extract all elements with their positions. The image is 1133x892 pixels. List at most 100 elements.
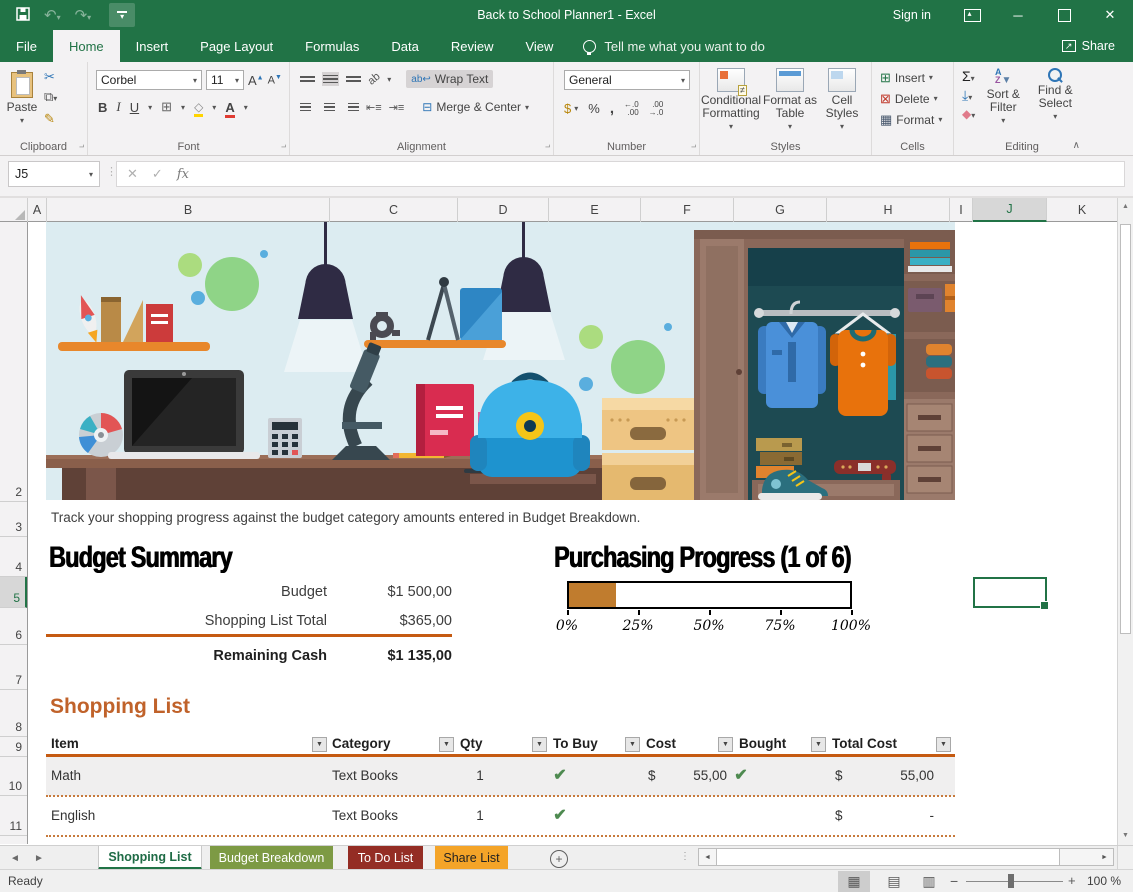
zoom-out-icon[interactable]: − bbox=[950, 873, 958, 889]
cell-qty-1[interactable]: 1 bbox=[460, 768, 500, 783]
insert-function-icon[interactable]: fx bbox=[177, 167, 189, 182]
cell-cost-1[interactable]: 55,00 bbox=[655, 768, 727, 783]
cell-total-currency-1[interactable]: $ bbox=[835, 768, 843, 783]
comma-style-icon[interactable]: , bbox=[610, 100, 614, 117]
sheet-tab-budget-breakdown[interactable]: Budget Breakdown bbox=[210, 846, 333, 870]
align-bottom-icon[interactable] bbox=[346, 74, 361, 83]
alignment-dialog-launcher-icon[interactable]: ⌐ bbox=[545, 142, 550, 152]
row-header-11[interactable]: 11 bbox=[0, 796, 27, 836]
sheet-nav-right-icon[interactable]: ► bbox=[34, 846, 44, 870]
tab-page-layout[interactable]: Page Layout bbox=[184, 30, 289, 62]
filter-dropdown-icon-item[interactable]: ▼ bbox=[312, 737, 327, 752]
font-size-combobox[interactable]: 11▾ bbox=[206, 70, 244, 90]
maximize-icon[interactable] bbox=[1041, 0, 1087, 30]
minimize-icon[interactable]: ─ bbox=[995, 0, 1041, 30]
scroll-up-icon[interactable]: ▲ bbox=[1118, 198, 1133, 214]
cell-category-2[interactable]: Text Books bbox=[332, 808, 398, 823]
sign-in-button[interactable]: Sign in bbox=[875, 8, 949, 22]
zoom-slider-thumb[interactable] bbox=[1008, 874, 1014, 888]
filter-dropdown-icon-to-buy[interactable]: ▼ bbox=[625, 737, 640, 752]
number-format-combobox[interactable]: General▾ bbox=[564, 70, 690, 90]
autosum-icon[interactable]: Σ▾ bbox=[962, 68, 975, 84]
align-right-icon[interactable] bbox=[344, 101, 359, 114]
shrink-font-icon[interactable]: A▼ bbox=[268, 74, 282, 87]
fill-color-icon[interactable]: ◇ bbox=[194, 100, 203, 114]
tab-insert[interactable]: Insert bbox=[120, 30, 185, 62]
paste-dropdown-icon[interactable]: ▾ bbox=[20, 116, 24, 125]
ribbon-display-options-icon[interactable]: ▴ bbox=[949, 0, 995, 30]
column-header-j[interactable]: J bbox=[973, 198, 1047, 222]
cell-item-1[interactable]: Math bbox=[51, 768, 81, 783]
select-all-corner[interactable] bbox=[0, 198, 28, 222]
column-header-b[interactable]: B bbox=[47, 198, 330, 222]
delete-cells-button[interactable]: ⊠ Delete▾ bbox=[872, 88, 953, 109]
decrease-indent-icon[interactable]: ⇤≡ bbox=[366, 101, 382, 114]
sheet-tab-share-list[interactable]: Share List bbox=[435, 846, 508, 870]
cell-category-1[interactable]: Text Books bbox=[332, 768, 398, 783]
row-header-3[interactable]: 3 bbox=[0, 502, 27, 537]
column-header-e[interactable]: E bbox=[549, 198, 641, 222]
checkmark-icon-to-buy-2[interactable]: ✔ bbox=[540, 805, 580, 825]
zoom-slider[interactable] bbox=[966, 881, 1063, 882]
clear-icon[interactable]: ◆▾ bbox=[962, 107, 975, 121]
copy-icon[interactable]: ⧉▾ bbox=[44, 89, 57, 107]
bold-icon[interactable]: B bbox=[98, 100, 107, 115]
sheet-nav-left-icon[interactable]: ◄ bbox=[10, 846, 20, 870]
fill-icon[interactable]: ⤓▾ bbox=[962, 87, 975, 104]
align-top-icon[interactable] bbox=[300, 74, 315, 83]
vertical-scrollbar[interactable]: ▲ ▼ bbox=[1117, 198, 1133, 845]
vertical-scroll-thumb[interactable] bbox=[1120, 224, 1131, 634]
column-header-h[interactable]: H bbox=[827, 198, 950, 222]
tell-me-box[interactable]: Tell me what you want to do bbox=[569, 30, 778, 62]
sheet-tab-shopping-list[interactable]: Shopping List bbox=[98, 846, 202, 870]
merge-center-button[interactable]: ⊟ Merge & Center ▾ bbox=[417, 98, 534, 116]
cell-qty-2[interactable]: 1 bbox=[460, 808, 500, 823]
column-header-d[interactable]: D bbox=[458, 198, 549, 222]
percent-style-icon[interactable]: % bbox=[588, 101, 600, 116]
column-header-i[interactable]: I bbox=[950, 198, 973, 222]
scroll-left-icon[interactable]: ◄ bbox=[699, 854, 716, 861]
fill-handle[interactable] bbox=[1040, 601, 1049, 610]
column-header-f[interactable]: F bbox=[641, 198, 734, 222]
cell-total-cost-2[interactable]: - bbox=[850, 808, 934, 823]
row-header-7[interactable]: 7 bbox=[0, 645, 27, 690]
column-header-a[interactable]: A bbox=[28, 198, 47, 222]
number-dialog-launcher-icon[interactable]: ⌐ bbox=[691, 142, 696, 152]
checkmark-icon-to-buy-1[interactable]: ✔ bbox=[540, 765, 580, 785]
column-header-g[interactable]: G bbox=[734, 198, 827, 222]
increase-indent-icon[interactable]: ⇥≡ bbox=[389, 101, 405, 114]
row-header-9[interactable]: 9 bbox=[0, 737, 27, 757]
filter-dropdown-icon-total-cost[interactable]: ▼ bbox=[936, 737, 951, 752]
insert-cells-button[interactable]: ⊞ Insert▾ bbox=[872, 67, 953, 88]
name-box-dropdown-icon[interactable]: ▾ bbox=[89, 170, 93, 179]
cell-item-2[interactable]: English bbox=[51, 808, 95, 823]
customize-quick-access-icon[interactable]: ▾ bbox=[109, 3, 135, 27]
tab-view[interactable]: View bbox=[509, 30, 569, 62]
share-button[interactable]: ↗ Share bbox=[1054, 30, 1123, 62]
checkmark-icon-bought-1[interactable]: ✔ bbox=[726, 765, 756, 785]
paste-button[interactable]: Paste ▾ bbox=[0, 66, 44, 127]
filter-dropdown-icon-bought[interactable]: ▼ bbox=[811, 737, 826, 752]
cut-icon[interactable]: ✂ bbox=[44, 69, 57, 85]
font-name-combobox[interactable]: Corbel▾ bbox=[96, 70, 202, 90]
table-row[interactable] bbox=[46, 757, 955, 796]
decrease-decimal-icon[interactable]: .00→.0 bbox=[649, 101, 664, 117]
orientation-icon[interactable]: ab bbox=[366, 70, 383, 87]
tab-review[interactable]: Review bbox=[435, 30, 510, 62]
close-icon[interactable]: ✕ bbox=[1087, 0, 1133, 30]
horizontal-scroll-thumb[interactable] bbox=[716, 849, 1060, 865]
collapse-ribbon-icon[interactable]: ∧ bbox=[1073, 140, 1080, 151]
row-header-4[interactable]: 4 bbox=[0, 537, 27, 577]
selected-cell-j5[interactable] bbox=[973, 577, 1047, 608]
page-layout-view-icon[interactable]: ▤ bbox=[878, 871, 910, 892]
tab-data[interactable]: Data bbox=[375, 30, 434, 62]
format-cells-button[interactable]: ▦ Format▾ bbox=[872, 109, 953, 130]
column-header-c[interactable]: C bbox=[330, 198, 458, 222]
underline-icon[interactable]: U bbox=[130, 100, 139, 115]
row-header-8[interactable]: 8 bbox=[0, 690, 27, 737]
row-header-5[interactable]: 5 bbox=[0, 577, 27, 608]
tab-home[interactable]: Home bbox=[53, 30, 120, 62]
align-left-icon[interactable] bbox=[300, 101, 315, 114]
filter-dropdown-icon-category[interactable]: ▼ bbox=[439, 737, 454, 752]
align-center-icon[interactable] bbox=[322, 101, 337, 114]
